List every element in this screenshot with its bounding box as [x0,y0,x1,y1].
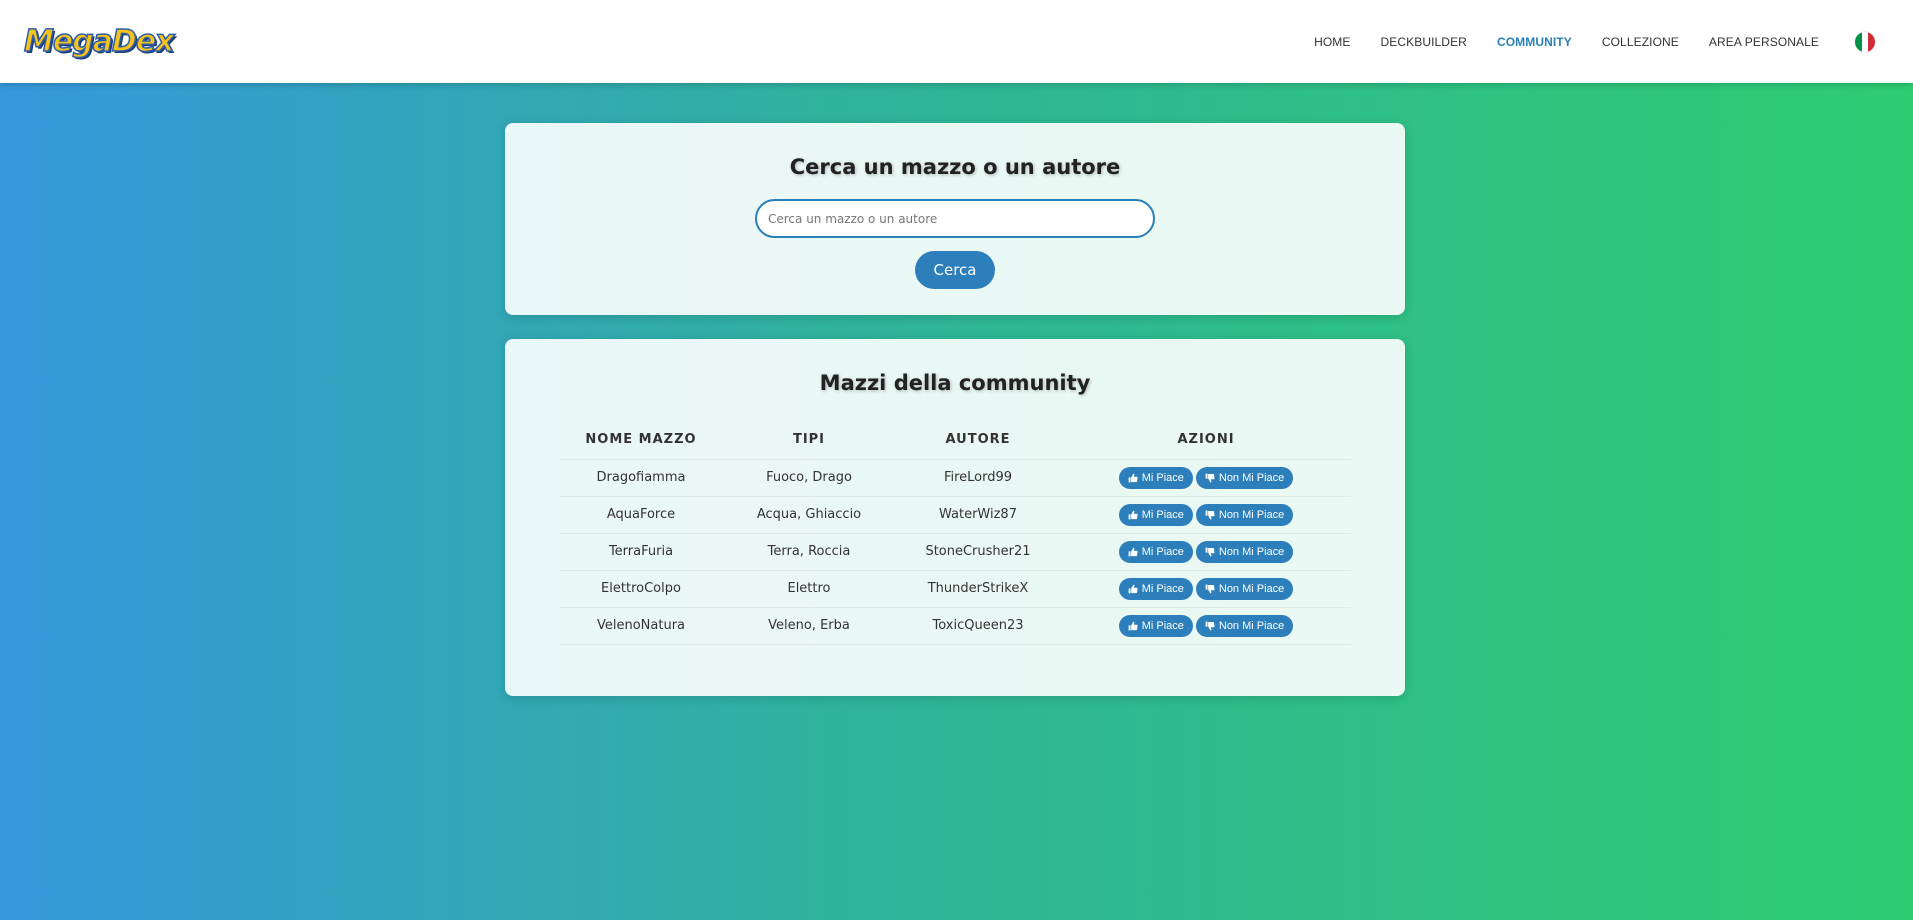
deck-types-cell: Terra, Roccia [723,533,895,571]
deck-name-cell: VelenoNatura [559,607,723,645]
deck-name-cell: TerraFuria [559,533,723,571]
deck-name-cell: ElettroColpo [559,570,723,608]
thumbs-down-icon [1205,584,1215,593]
thumbs-down-icon [1205,473,1215,482]
nav-deckbuilder[interactable]: DECKBUILDER [1380,35,1466,49]
column-header-autore: AUTORE [895,421,1061,460]
like-button[interactable]: Mi Piace [1118,577,1193,600]
thumbs-down-icon [1205,510,1215,519]
deck-author-cell: StoneCrusher21 [895,533,1061,571]
thumbs-up-icon [1128,547,1138,556]
deck-author-cell: WaterWiz87 [895,496,1061,534]
column-header-azioni: AZIONI [1061,421,1351,460]
dislike-label: Non Mi Piace [1218,471,1285,484]
nav-area-personale[interactable]: AREA PERSONALE [1709,35,1819,49]
like-button[interactable]: Mi Piace [1118,614,1193,637]
search-input[interactable] [755,199,1155,238]
dislike-button[interactable]: Non Mi Piace [1195,540,1294,563]
dislike-label: Non Mi Piace [1218,508,1285,521]
megadex-logo[interactable]: MegaDex [23,23,175,60]
like-label: Mi Piace [1141,545,1184,558]
community-title: Mazzi della community [819,371,1091,395]
column-header-tipi: TIPI [723,421,895,460]
it-flag-icon[interactable] [1855,31,1875,52]
dislike-label: Non Mi Piace [1218,545,1285,558]
search-card: Cerca un mazzo o un autore Cerca [505,123,1405,315]
deck-types-cell: Veleno, Erba [723,607,895,645]
dislike-button[interactable]: Non Mi Piace [1195,503,1294,526]
like-label: Mi Piace [1141,471,1184,484]
deck-name-cell: Dragofiamma [559,459,723,497]
thumbs-down-icon [1205,621,1215,630]
like-label: Mi Piace [1141,508,1184,521]
dislike-label: Non Mi Piace [1218,582,1285,595]
like-label: Mi Piace [1141,619,1184,632]
main-nav: HOME DECKBUILDER COMMUNITY COLLEZIONE AR… [1284,31,1889,52]
deck-author-cell: ThunderStrikeX [895,570,1061,608]
like-button[interactable]: Mi Piace [1118,540,1193,563]
table-row: VelenoNatura Veleno, Erba ToxicQueen23 Mi P… [559,607,1351,645]
decks-table: NOME MAZZO TIPI AUTORE AZIONI Dragofiamm… [559,421,1351,645]
nav-home[interactable]: HOME [1314,35,1350,49]
like-button[interactable]: Mi Piace [1118,466,1193,489]
top-navbar: MegaDex HOME DECKBUILDER COMMUNITY COLLE… [0,0,1913,83]
table-row: TerraFuria Terra, Roccia StoneCrusher21 Mi … [559,533,1351,571]
deck-actions-cell: Mi Piace Non Mi Piace [1061,533,1351,571]
deck-types-cell: Elettro [723,570,895,608]
community-decks-card: Mazzi della community NOME MAZZO TIPI AU… [505,339,1405,696]
deck-actions-cell: Mi Piace Non Mi Piace [1061,496,1351,534]
deck-name-cell: AquaForce [559,496,723,534]
column-header-nome-mazzo: NOME MAZZO [559,421,723,460]
nav-collezione[interactable]: COLLEZIONE [1602,35,1679,49]
thumbs-up-icon [1128,584,1138,593]
like-button[interactable]: Mi Piace [1118,503,1193,526]
thumbs-down-icon [1205,547,1215,556]
deck-author-cell: ToxicQueen23 [895,607,1061,645]
deck-actions-cell: Mi Piace Non Mi Piace [1061,459,1351,497]
dislike-label: Non Mi Piace [1218,619,1285,632]
search-button[interactable]: Cerca [915,251,995,289]
deck-author-cell: FireLord99 [895,459,1061,497]
dislike-button[interactable]: Non Mi Piace [1195,614,1294,637]
deck-types-cell: Fuoco, Drago [723,459,895,497]
thumbs-up-icon [1128,473,1138,482]
dislike-button[interactable]: Non Mi Piace [1195,466,1294,489]
table-header-row: NOME MAZZO TIPI AUTORE AZIONI [559,421,1351,460]
table-row: Dragofiamma Fuoco, Drago FireLord99 Mi Piac… [559,459,1351,497]
table-row: ElettroColpo Elettro ThunderStrikeX Mi Piac… [559,570,1351,608]
deck-actions-cell: Mi Piace Non Mi Piace [1061,570,1351,608]
thumbs-up-icon [1128,621,1138,630]
deck-actions-cell: Mi Piace Non Mi Piace [1061,607,1351,645]
dislike-button[interactable]: Non Mi Piace [1195,577,1294,600]
search-title: Cerca un mazzo o un autore [789,155,1121,179]
like-label: Mi Piace [1141,582,1184,595]
deck-types-cell: Acqua, Ghiaccio [723,496,895,534]
table-row: AquaForce Acqua, Ghiaccio WaterWiz87 Mi Pia… [559,496,1351,534]
nav-community[interactable]: COMMUNITY [1497,35,1572,49]
thumbs-up-icon [1128,510,1138,519]
